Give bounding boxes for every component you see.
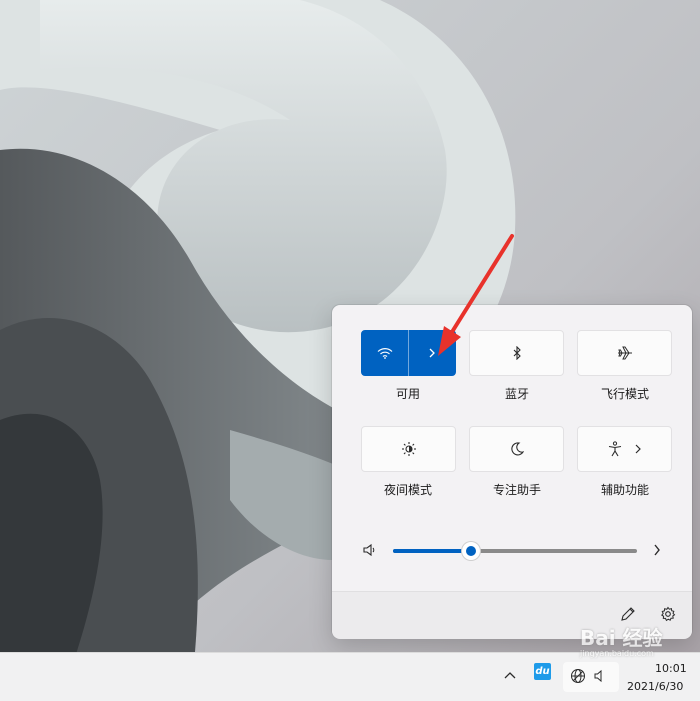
volume-slider[interactable] — [393, 542, 637, 560]
bluetooth-tile[interactable] — [469, 330, 564, 376]
chevron-right-icon — [635, 444, 641, 454]
accessibility-tile[interactable] — [577, 426, 672, 472]
accessibility-tile-label: 辅助功能 — [600, 483, 649, 497]
wifi-toggle[interactable] — [362, 330, 408, 376]
volume-slider-thumb[interactable] — [462, 542, 481, 560]
airplane-mode-tile[interactable] — [577, 330, 672, 376]
pencil-icon[interactable] — [620, 606, 636, 622]
watermark-text: Bai 经验 — [580, 626, 663, 650]
wifi-icon — [377, 348, 393, 359]
focus-assist-tile[interactable] — [469, 426, 564, 472]
airplane-mode-tile-label: 飞行模式 — [600, 387, 649, 401]
baidu-watermark: Bai 经验 jingyan.baidu.com — [580, 622, 663, 658]
taskbar-date[interactable]: 2021/6/30 — [627, 680, 683, 693]
wifi-tile-label: 可用 — [395, 387, 420, 401]
night-light-tile-label: 夜间模式 — [383, 483, 432, 497]
focus-assist-tile-label: 专注助手 — [492, 483, 541, 497]
night-light-tile[interactable] — [361, 426, 456, 472]
airplane-icon — [617, 346, 632, 360]
globe-icon — [571, 669, 585, 683]
brightness-icon — [401, 442, 416, 456]
chevron-up-icon[interactable] — [503, 670, 517, 680]
chevron-right-icon — [429, 348, 435, 358]
watermark-subtext: jingyan.baidu.com — [580, 649, 654, 658]
gear-icon[interactable] — [660, 606, 676, 622]
bluetooth-tile-label: 蓝牙 — [504, 387, 529, 401]
speaker-icon[interactable] — [363, 543, 377, 557]
volume-slider-fill — [393, 549, 472, 553]
volume-output-button[interactable] — [652, 543, 662, 557]
accessibility-icon — [608, 441, 621, 457]
bluetooth-icon — [513, 346, 521, 360]
wifi-expand-button[interactable] — [409, 330, 455, 376]
taskbar-time[interactable]: 10:01 — [655, 662, 687, 675]
baidu-icon[interactable]: du — [534, 663, 551, 680]
speaker-icon — [594, 669, 602, 683]
moon-icon — [510, 442, 524, 456]
wifi-tile[interactable] — [361, 330, 456, 376]
